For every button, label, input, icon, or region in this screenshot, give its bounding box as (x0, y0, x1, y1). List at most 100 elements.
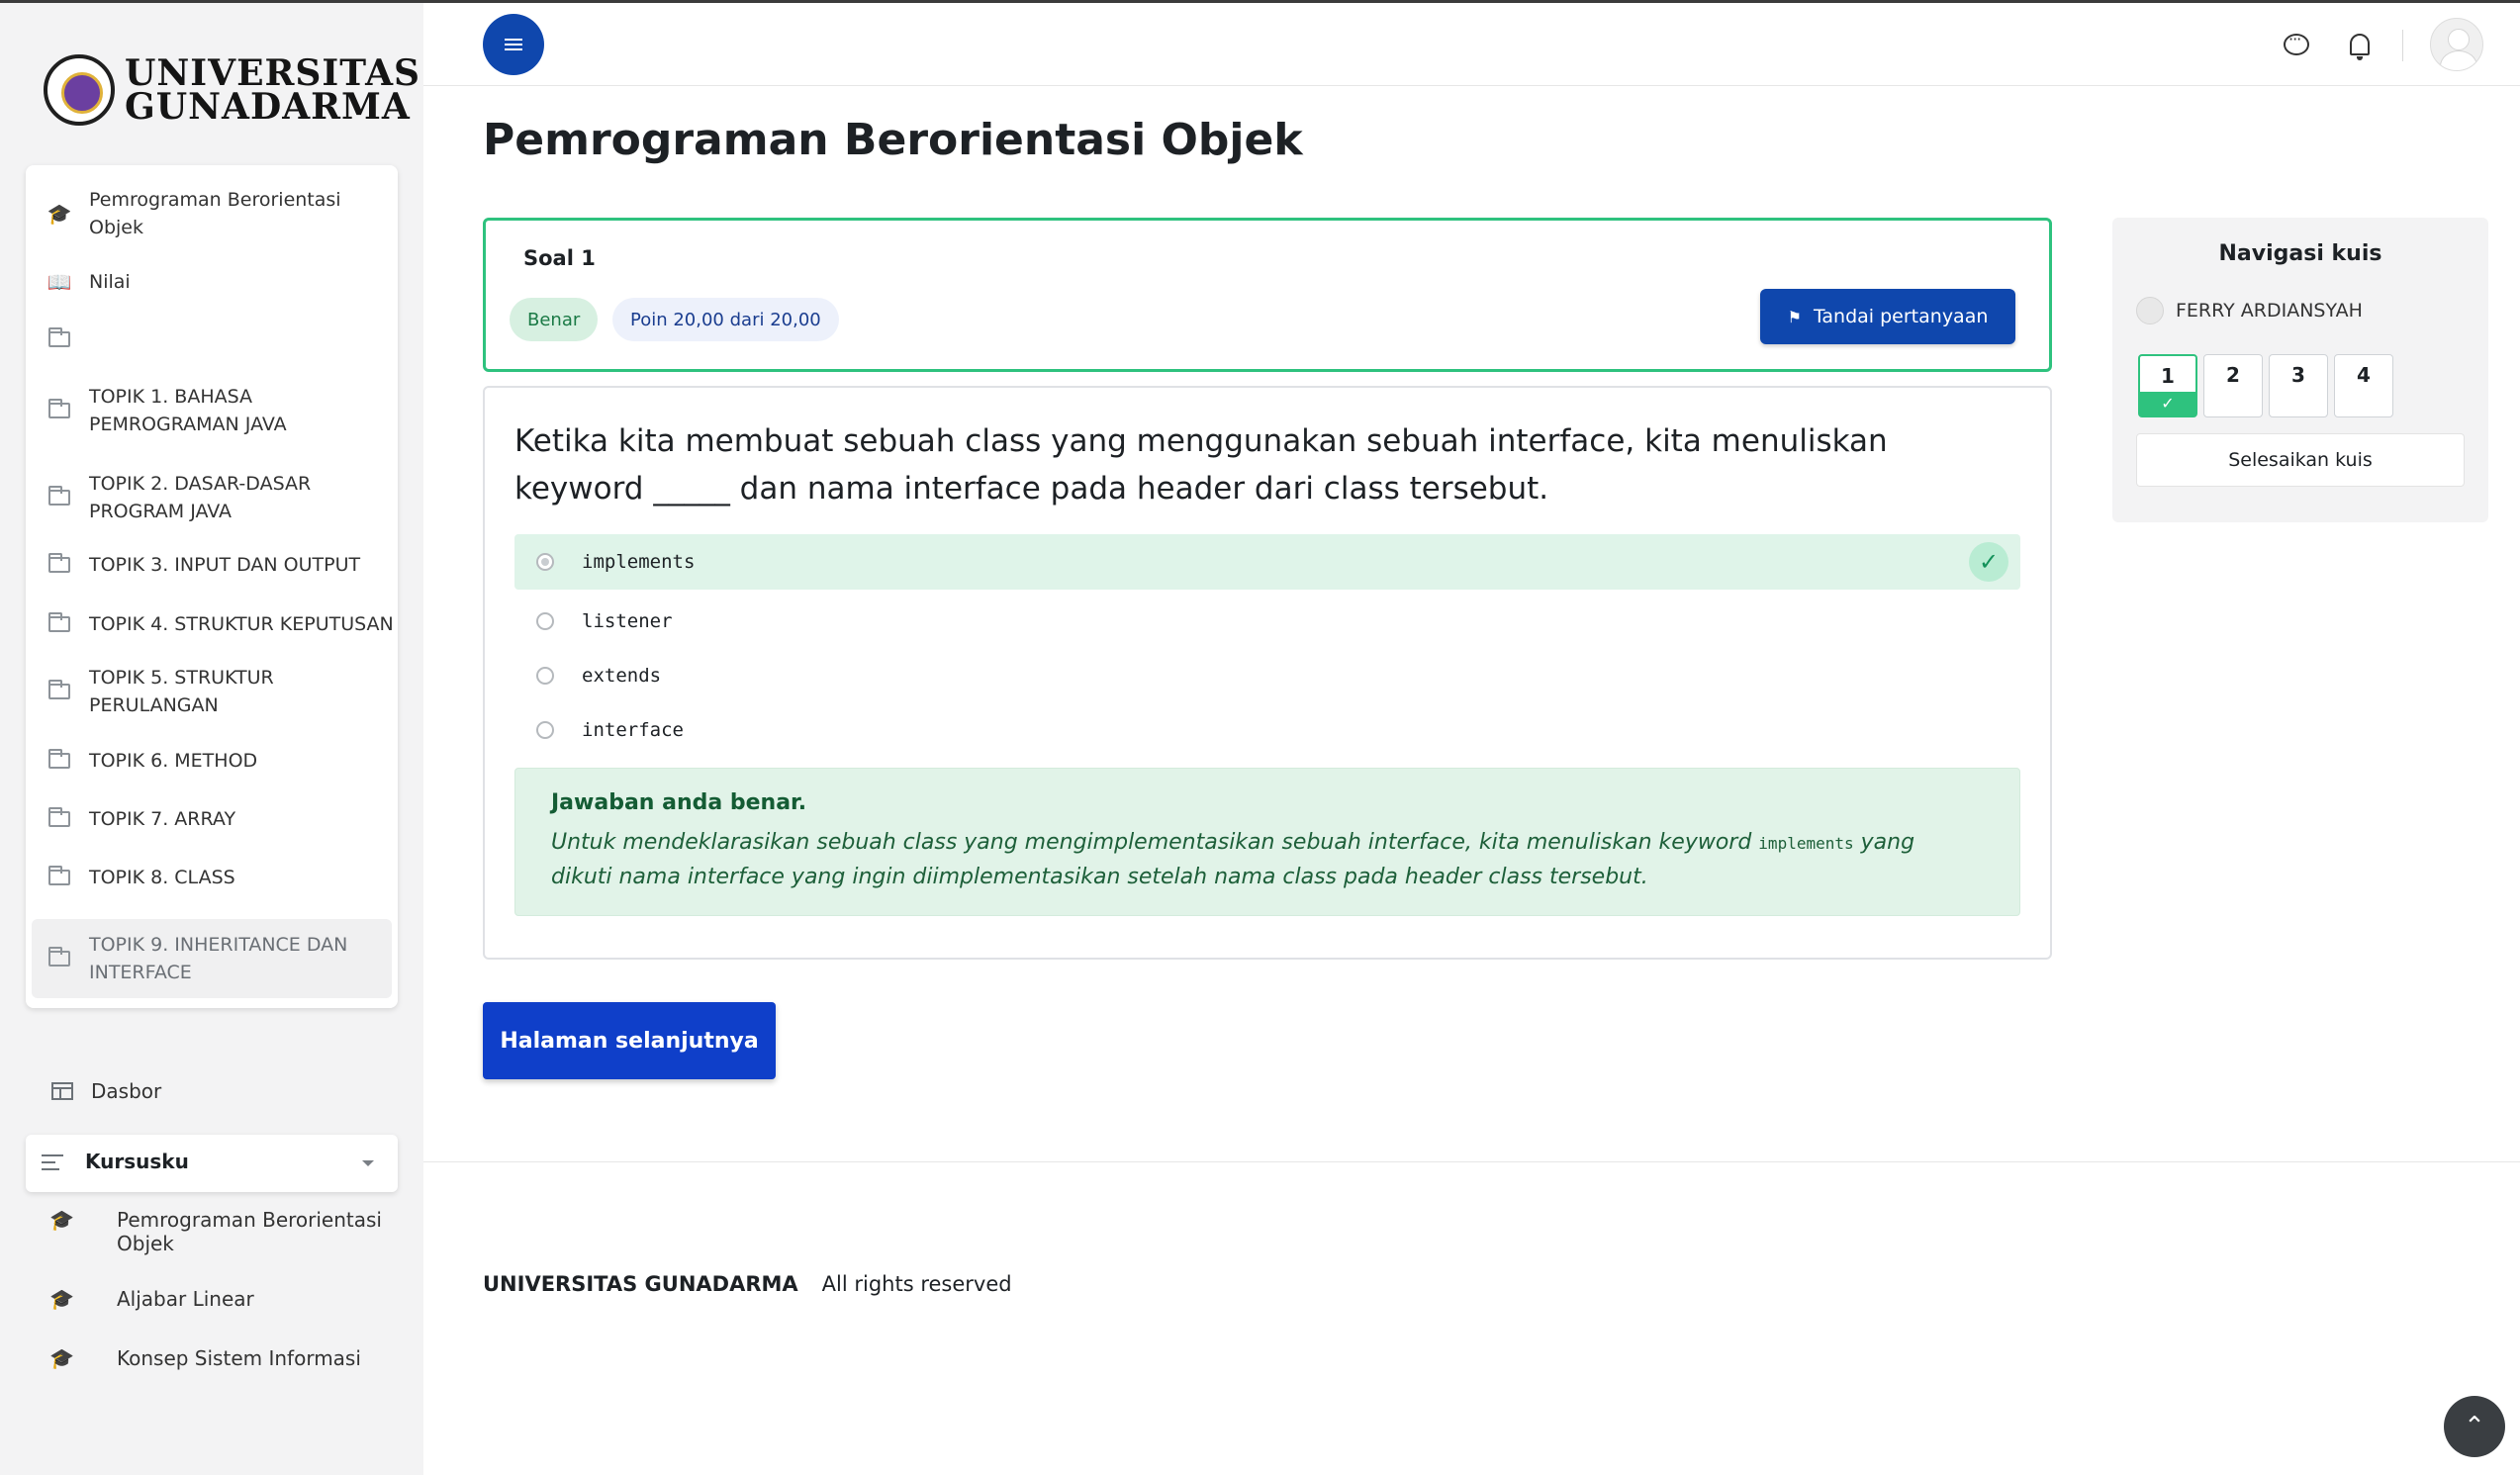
back-to-top-button[interactable]: ⌃ (2444, 1396, 2505, 1457)
answer-option[interactable]: implements ✓ (514, 534, 2020, 590)
course-index-card: 🎓 Pemrograman Berorientasi Objek 📖 Nilai… (26, 165, 398, 1008)
graduation-cap-icon: 🎓 (49, 1208, 74, 1232)
course-nav-label: Nilai (89, 271, 131, 293)
feedback-box: Jawaban anda benar. Untuk mendeklarasika… (514, 768, 2020, 916)
my-course-item[interactable]: 🎓 Aljabar Linear (49, 1287, 396, 1317)
answer-label: listener (582, 610, 673, 632)
list-icon (42, 1154, 63, 1175)
course-nav-topic-7[interactable]: TOPIK 7. ARRAY (26, 799, 398, 839)
user-avatar[interactable] (2430, 18, 2483, 71)
radio-button[interactable] (536, 553, 554, 571)
course-nav-label: TOPIK 1. BAHASA PEMROGRAMAN JAVA (89, 386, 287, 435)
folder-icon (46, 399, 73, 421)
my-course-item[interactable]: 🎓 Pemrograman Berorientasi Objek (49, 1208, 396, 1259)
flag-question-button[interactable]: ⚑ Tandai pertanyaan (1760, 289, 2015, 344)
quiz-nav-question-4[interactable]: 4 (2334, 354, 2393, 417)
quiz-user: FERRY ARDIANSYAH (2136, 297, 2363, 324)
quiz-navigation-panel: Navigasi kuis FERRY ARDIANSYAH 1 ✓ 2 3 4… (2112, 218, 2488, 522)
folder-icon (46, 947, 73, 969)
course-nav-home[interactable]: 🎓 Pemrograman Berorientasi Objek (26, 183, 398, 244)
chevron-up-icon: ⌃ (2464, 1412, 2485, 1441)
my-courses-label: Kursusku (85, 1150, 189, 1173)
check-icon: ✓ (2140, 392, 2195, 415)
course-nav-label: TOPIK 6. METHOD (89, 750, 258, 772)
notifications-button[interactable] (2345, 30, 2375, 60)
quiz-nav-question-2[interactable]: 2 (2203, 354, 2263, 417)
sidebar: UNIVERSITAS GUNADARMA 🎓 Pemrograman Bero… (0, 3, 423, 1475)
sidebar-item-label: Dasbor (91, 1079, 162, 1103)
course-nav-topic-5[interactable]: TOPIK 5. STRUKTUR PERULANGAN (26, 662, 398, 721)
course-nav-topic-1[interactable]: TOPIK 1. BAHASA PEMROGRAMAN JAVA (26, 381, 398, 440)
course-nav-topic-8[interactable]: TOPIK 8. CLASS (26, 858, 398, 897)
my-course-label: Konsep Sistem Informasi (117, 1346, 361, 1370)
course-nav-label: TOPIK 2. DASAR-DASAR PROGRAM JAVA (89, 473, 312, 522)
graduation-cap-icon: 🎓 (47, 202, 72, 226)
menu-icon (505, 36, 522, 53)
quiz-nav-question-3[interactable]: 3 (2269, 354, 2328, 417)
radio-button[interactable] (536, 721, 554, 739)
feedback-text: Untuk mendeklarasikan sebuah class yang … (551, 826, 1976, 894)
folder-icon (46, 866, 73, 888)
quiz-nav-question-1[interactable]: 1 ✓ (2138, 354, 2197, 417)
course-nav-label: Pemrograman Berorientasi Objek (89, 189, 341, 238)
course-nav-topic-4[interactable]: TOPIK 4. STRUKTUR KEPUTUSAN (26, 604, 398, 644)
folder-icon (46, 327, 73, 350)
graduation-cap-icon: 🎓 (49, 1346, 74, 1370)
next-page-button[interactable]: Halaman selanjutnya (483, 1002, 776, 1079)
answer-label: implements (582, 551, 696, 573)
feedback-text-part: Untuk mendeklarasikan sebuah class yang … (551, 830, 1759, 855)
flag-icon: ⚑ (1787, 307, 1802, 326)
course-nav-label: TOPIK 8. CLASS (89, 867, 235, 888)
book-open-icon: 📖 (47, 270, 72, 294)
sidebar-item-dasbor[interactable]: Dasbor (51, 1079, 161, 1103)
course-nav-general-section[interactable] (26, 320, 398, 359)
status-badge: Benar (510, 298, 599, 341)
check-icon: ✓ (1969, 542, 2008, 582)
question-text: Ketika kita membuat sebuah class yang me… (514, 423, 1888, 507)
chat-bubble-icon (2284, 30, 2309, 55)
course-nav-label: TOPIK 5. STRUKTUR PERULANGAN (89, 667, 274, 716)
footer: UNIVERSITAS GUNADARMA All rights reserve… (483, 1272, 1012, 1296)
answer-label: extends (582, 665, 662, 687)
course-nav-label: TOPIK 3. INPUT DAN OUTPUT (89, 554, 361, 576)
question-number: Soal 1 (523, 246, 596, 270)
radio-button[interactable] (536, 612, 554, 630)
footer-rights: All rights reserved (821, 1272, 1012, 1296)
my-courses-toggle[interactable]: Kursusku (26, 1135, 398, 1192)
quiz-user-name: FERRY ARDIANSYAH (2176, 300, 2363, 322)
feedback-code: implements (1758, 834, 1854, 853)
drawer-toggle-button[interactable] (483, 14, 544, 75)
answer-option[interactable]: listener (514, 594, 2020, 649)
my-course-item[interactable]: 🎓 Konsep Sistem Informasi (49, 1346, 396, 1376)
caret-down-icon (362, 1160, 374, 1166)
messages-button[interactable] (2282, 30, 2311, 59)
logo-line-2: GUNADARMA (125, 86, 411, 128)
finish-quiz-button[interactable]: Selesaikan kuis (2136, 433, 2465, 487)
header-divider-line (423, 85, 2520, 86)
my-course-label: Aljabar Linear (117, 1287, 254, 1311)
university-logo[interactable]: UNIVERSITAS GUNADARMA (44, 54, 420, 126)
flag-question-label: Tandai pertanyaan (1813, 306, 1989, 327)
course-nav-grades[interactable]: 📖 Nilai (26, 262, 398, 302)
quiz-nav-title: Navigasi kuis (2218, 241, 2382, 266)
course-nav-topic-9[interactable]: TOPIK 9. INHERITANCE DAN INTERFACE (32, 919, 392, 998)
question-info-box: Soal 1 Benar Poin 20,00 dari 20,00 ⚑ Tan… (483, 218, 2052, 372)
folder-icon (46, 486, 73, 508)
question-content: Ketika kita membuat sebuah class yang me… (483, 386, 2052, 960)
folder-icon (46, 680, 73, 702)
course-nav-label: TOPIK 4. STRUKTUR KEPUTUSAN (89, 613, 394, 635)
question-number-label: 3 (2291, 363, 2305, 387)
radio-button[interactable] (536, 667, 554, 685)
course-nav-topic-3[interactable]: TOPIK 3. INPUT DAN OUTPUT (26, 545, 398, 585)
university-seal-icon (44, 54, 115, 126)
bell-icon (2350, 34, 2370, 60)
header-divider (2402, 30, 2403, 61)
footer-brand: UNIVERSITAS GUNADARMA (483, 1272, 798, 1296)
question-number-label: 2 (2226, 363, 2240, 387)
answer-option[interactable]: interface (514, 702, 2020, 758)
my-course-label: Pemrograman Berorientasi Objek (117, 1208, 382, 1255)
folder-icon (46, 553, 73, 576)
course-nav-topic-2[interactable]: TOPIK 2. DASAR-DASAR PROGRAM JAVA (26, 468, 398, 527)
course-nav-topic-6[interactable]: TOPIK 6. METHOD (26, 741, 398, 781)
answer-option[interactable]: extends (514, 648, 2020, 703)
